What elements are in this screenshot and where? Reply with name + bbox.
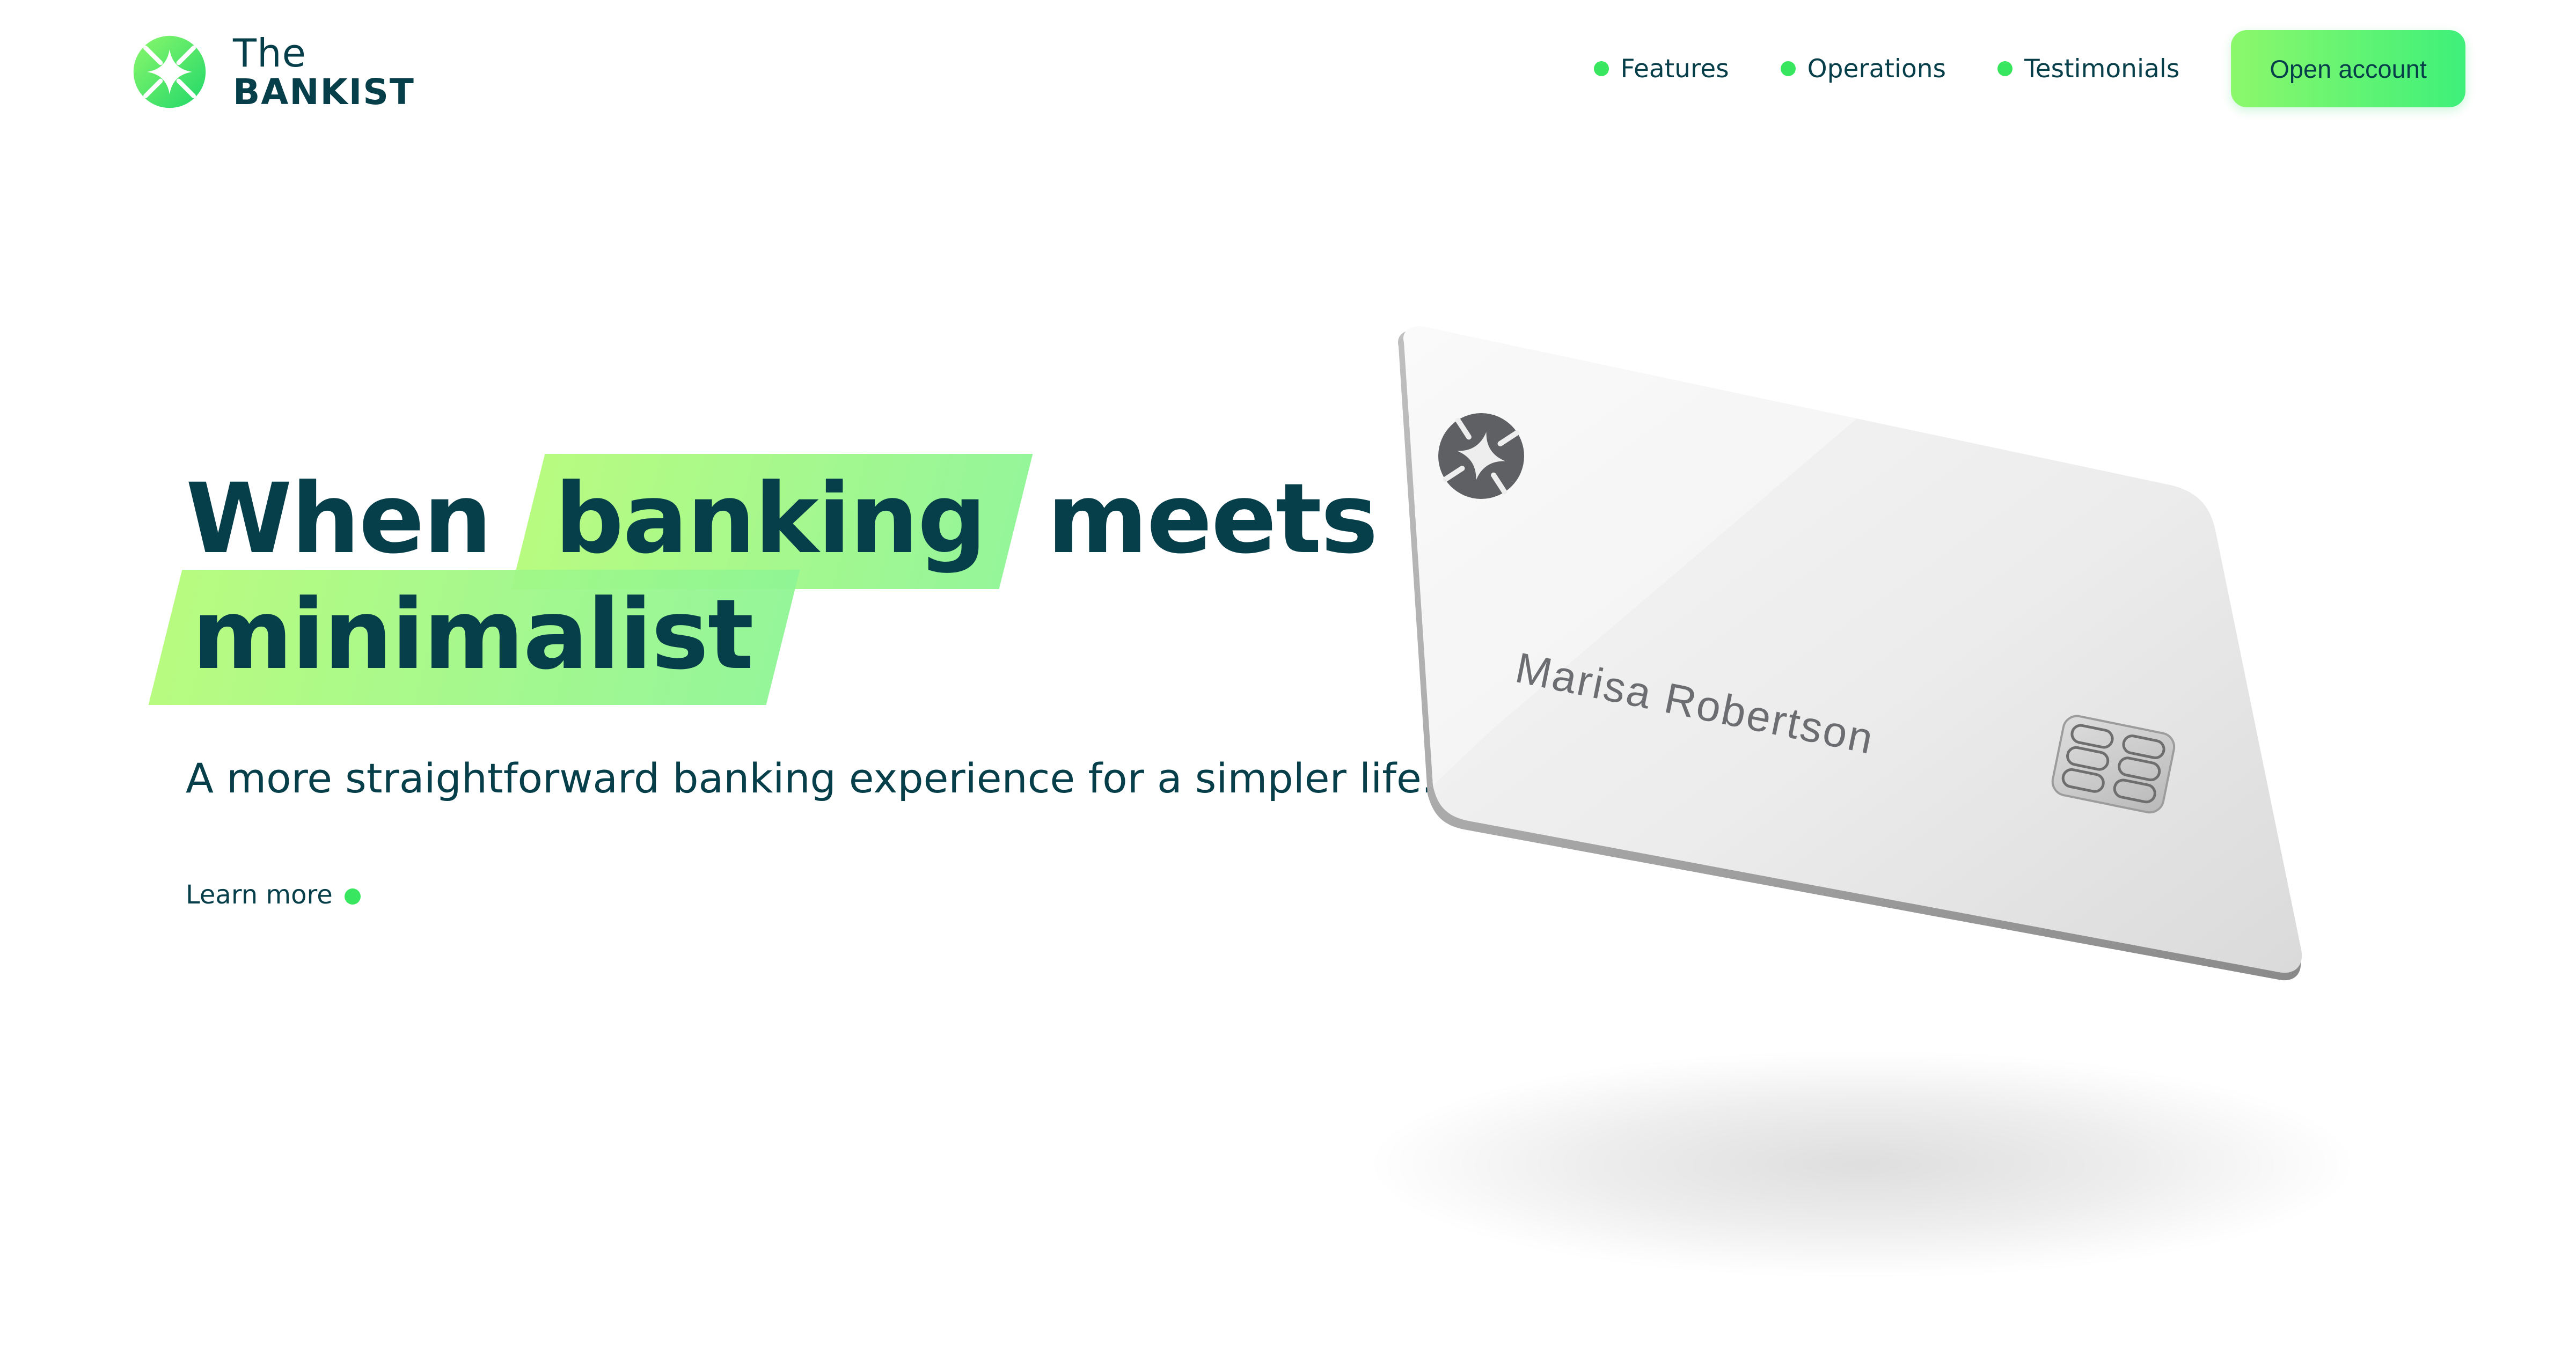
hero-title-highlight: banking [555,461,987,577]
hero-title-word: When [186,463,492,575]
nav-link-label: Testimonials [2024,54,2180,84]
brand-logo[interactable]: The BANKIST [132,29,415,115]
bullet-dot-icon [1997,61,2012,76]
learn-more-link[interactable]: Learn more [186,880,361,910]
hero-title-line2: minimalist [192,577,1377,693]
card-shadow [1363,1052,2361,1277]
hero-subtitle: A more straightforward banking experienc… [186,754,1435,802]
learn-more-label: Learn more [186,880,333,910]
landing-page: The BANKIST Features Operations Testimon… [0,0,2576,1352]
bullet-dot-icon [344,888,361,905]
brand-wordmark: The BANKIST [233,34,415,110]
bank-card-image: Marisa Robertson [1398,326,2302,981]
hero-title: When banking meets minimalist [186,461,1378,693]
open-account-button[interactable]: Open account [2231,30,2465,107]
nav-link-testimonials[interactable]: Testimonials [1997,54,2179,84]
nav-link-label: Operations [1807,54,1946,84]
hero-title-word: meets [1047,463,1378,575]
brand-line1: The [233,31,306,76]
nav-link-operations[interactable]: Operations [1780,54,1946,84]
main-nav: Features Operations Testimonials Open ac… [1593,30,2465,107]
bullet-dot-icon [1593,61,1609,76]
nav-link-features[interactable]: Features [1593,54,1729,84]
bullet-dot-icon [1780,61,1796,76]
bankist-logo-icon [133,35,206,108]
hero-title-highlight: minimalist [192,577,754,693]
brand-line2: BANKIST [233,71,415,113]
nav-link-label: Features [1620,54,1729,84]
hero-title-line1: When banking meets [186,461,1378,577]
